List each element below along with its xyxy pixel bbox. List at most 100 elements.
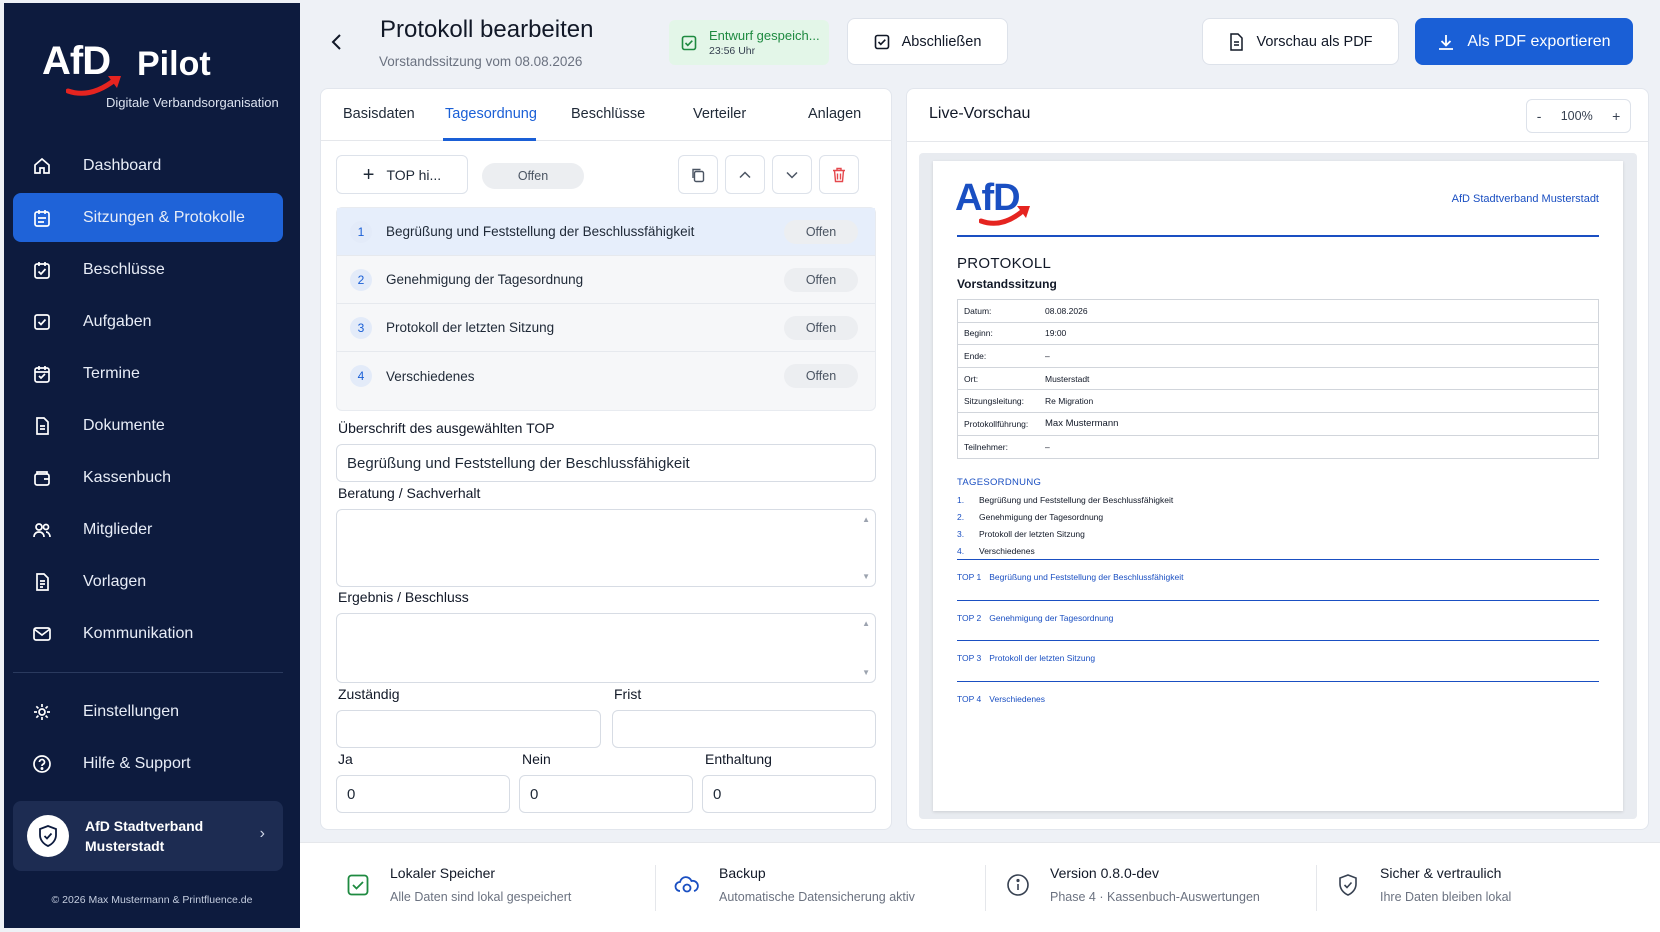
top-number: 3 — [350, 316, 372, 339]
footer-local-storage: Lokaler Speicher Alle Daten sind lokal ge… — [344, 865, 571, 915]
table-row: Beginn: 19:00 — [958, 323, 1598, 346]
sidebar-item-label: Hilfe & Support — [83, 754, 191, 772]
top-number: 4 — [350, 365, 372, 387]
enthaltung-label: Enthaltung — [705, 751, 772, 767]
duplicate-button[interactable] — [678, 155, 718, 194]
gear-icon — [31, 701, 53, 723]
chevron-down-icon — [785, 168, 799, 182]
tab-basisdaten[interactable]: Basisdaten — [343, 106, 415, 122]
top-section-heading: TOP 3 Protokoll der letzten Sitzung — [957, 653, 1096, 663]
footer-subtitle: Phase 4 · Kassenbuch-Auswertungen — [1050, 890, 1260, 904]
list-item[interactable]: 4 Verschiedenes Offen — [337, 352, 875, 400]
sidebar-nav: Dashboard Sitzungen & Protokolle Beschlü… — [13, 141, 283, 791]
top-heading-input[interactable]: Begrüßung und Feststellung der Beschluss… — [336, 444, 876, 482]
copy-icon — [690, 167, 706, 183]
plus-icon: + — [362, 163, 375, 186]
export-pdf-button[interactable]: Als PDF exportieren — [1415, 18, 1633, 65]
votes-yes-input[interactable]: 0 — [336, 775, 510, 813]
document-icon — [31, 415, 53, 437]
status-badge: Offen — [784, 219, 858, 244]
sidebar-item-vorlagen[interactable]: Vorlagen — [13, 557, 283, 606]
section-divider — [957, 681, 1599, 682]
agenda-heading: TAGESORDNUNG — [957, 477, 1042, 488]
section-divider — [957, 559, 1599, 560]
votes-abstain-input[interactable]: 0 — [702, 775, 876, 813]
sidebar-item-termine[interactable]: Termine — [13, 349, 283, 398]
list-item[interactable]: 1 Begrüßung und Feststellung der Beschlu… — [337, 208, 875, 256]
footer-subtitle: Alle Daten sind lokal gespeichert — [390, 890, 572, 904]
beratung-textarea[interactable]: ▲ ▼ — [336, 509, 876, 587]
sidebar-item-kommunikation[interactable]: Kommunikation — [13, 609, 283, 658]
top-title: Protokoll der letzten Sitzung — [386, 320, 555, 335]
save-status-time: 23:56 Uhr — [709, 45, 756, 57]
sidebar-item-mitglieder[interactable]: Mitglieder — [13, 505, 283, 554]
list-item: 2. Genehmigung der Tagesordnung — [957, 512, 1104, 522]
scroll-up-icon: ▲ — [862, 619, 870, 628]
delete-button[interactable] — [819, 155, 859, 194]
sidebar-item-label: Kommunikation — [83, 624, 194, 642]
list-item: 4. Verschiedenes — [957, 546, 1035, 556]
tab-beschluesse[interactable]: Beschlüsse — [571, 106, 645, 122]
status-filter[interactable]: Offen — [482, 163, 584, 189]
list-item: 1. Begrüßung und Feststellung der Beschlu… — [957, 495, 1174, 505]
sidebar-item-kassenbuch[interactable]: Kassenbuch — [13, 453, 283, 502]
back-button[interactable] — [328, 28, 346, 59]
beratung-label: Beratung / Sachverhalt — [338, 485, 481, 501]
footer-title: Backup — [719, 865, 766, 881]
sidebar-item-label: Aufgaben — [83, 312, 152, 330]
footer-title: Lokaler Speicher — [390, 865, 496, 881]
checkbox-icon — [31, 311, 53, 333]
move-down-button[interactable] — [772, 155, 812, 194]
sidebar-item-beschluesse[interactable]: Beschlüsse — [13, 245, 283, 294]
document-info-table: Datum: 08.08.2026 Beginn: 19:00 Ende: – Ort… — [957, 299, 1599, 460]
sidebar-item-dokumente[interactable]: Dokumente — [13, 401, 283, 450]
sidebar-item-label: Mitglieder — [83, 520, 153, 538]
tab-verteiler[interactable]: Verteiler — [693, 106, 746, 122]
section-divider — [957, 640, 1599, 641]
move-up-button[interactable] — [725, 155, 765, 194]
checkbox-icon — [681, 35, 697, 51]
page-title: Protokoll bearbeiten — [380, 16, 594, 43]
checkbox-icon — [874, 34, 890, 50]
finish-button[interactable]: Abschließen — [847, 18, 1008, 65]
zustaendig-input[interactable] — [336, 710, 601, 748]
organization-name: AfD Stadtverband Musterstadt — [85, 818, 204, 854]
save-status-badge: Entwurf gespeich... 23:56 Uhr — [669, 20, 829, 65]
users-icon — [31, 519, 53, 541]
scroll-up-icon: ▲ — [862, 515, 870, 524]
footer-subtitle: Ihre Daten bleiben lokal — [1380, 890, 1512, 904]
sidebar-item-aufgaben[interactable]: Aufgaben — [13, 297, 283, 346]
ergebnis-textarea[interactable]: ▲ ▼ — [336, 613, 876, 683]
tab-anlagen[interactable]: Anlagen — [808, 106, 861, 122]
list-item: 3. Protokoll der letzten Sitzung — [957, 529, 1085, 539]
footer-title: Version 0.8.0-dev — [1050, 865, 1159, 881]
logo-name: Pilot — [137, 45, 211, 83]
zustaendig-label: Zuständig — [338, 686, 400, 702]
sidebar-item-label: Vorlagen — [83, 572, 147, 590]
frist-input[interactable] — [612, 710, 876, 748]
preview-pdf-button[interactable]: Vorschau als PDF — [1202, 18, 1399, 65]
preview-title: Live-Vorschau — [929, 105, 1031, 122]
divider — [1316, 865, 1317, 911]
add-top-button[interactable]: + TOP hi... — [336, 155, 468, 194]
votes-no-input[interactable]: 0 — [519, 775, 693, 813]
sidebar-divider — [13, 672, 283, 673]
home-icon — [31, 155, 53, 177]
copyright: © 2026 Max Mustermann & Printfluence.de — [51, 894, 253, 906]
top-section-heading: TOP 2 Genehmigung der Tagesordnung — [957, 613, 1114, 623]
list-item[interactable]: 3 Protokoll der letzten Sitzung Offen — [337, 304, 875, 352]
sidebar-item-sitzungen[interactable]: Sitzungen & Protokolle — [13, 193, 283, 242]
organization-switcher[interactable]: AfD Stadtverband Musterstadt › — [13, 801, 283, 871]
save-status-label: Entwurf gespeich... — [709, 28, 820, 43]
tab-tagesordnung[interactable]: Tagesordnung — [445, 106, 537, 122]
help-icon — [31, 753, 53, 775]
sidebar-item-hilfe[interactable]: Hilfe & Support — [13, 739, 283, 788]
list-item[interactable]: 2 Genehmigung der Tagesordnung Offen — [337, 256, 875, 304]
sidebar-item-label: Termine — [83, 364, 140, 382]
sidebar-item-einstellungen[interactable]: Einstellungen — [13, 687, 283, 736]
zoom-out-button[interactable]: - — [1537, 108, 1542, 124]
status-badge: Offen — [784, 364, 858, 388]
top-title: Genehmigung der Tagesordnung — [386, 272, 584, 287]
sidebar-item-dashboard[interactable]: Dashboard — [13, 141, 283, 190]
zoom-in-button[interactable]: + — [1612, 108, 1620, 124]
